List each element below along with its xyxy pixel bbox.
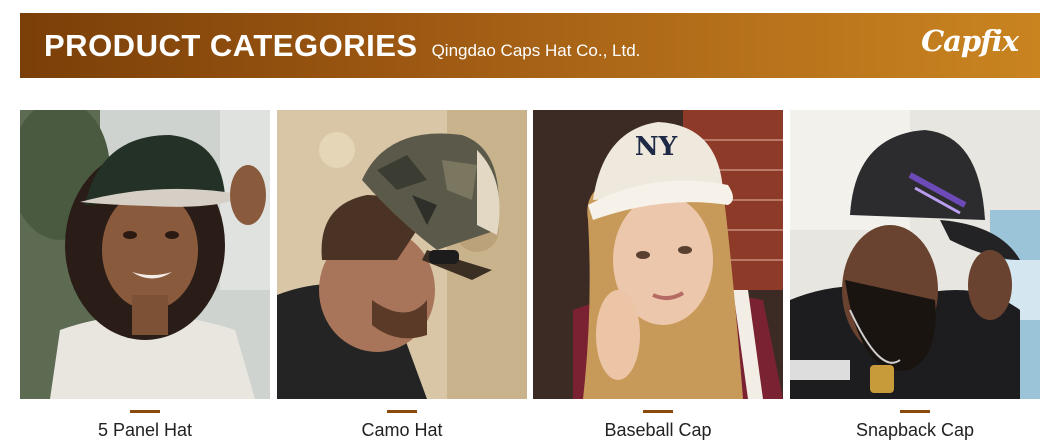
label-accent-dash [130,410,160,413]
category-label-camo-hat[interactable]: Camo Hat [277,420,527,441]
5-panel-hat-photo[interactable] [20,110,270,399]
brand-logo[interactable]: Capfix [921,24,1019,58]
baseball-cap-photo[interactable]: NY [533,110,783,399]
category-label-snapback-cap[interactable]: Snapback Cap [790,420,1040,441]
category-label-baseball-cap[interactable]: Baseball Cap [533,420,783,441]
snapback-cap-photo[interactable] [790,110,1040,399]
label-accent-dash [900,410,930,413]
category-banner: PRODUCT CATEGORIES Qingdao Caps Hat Co.,… [20,13,1040,78]
label-accent-dash [643,410,673,413]
label-accent-dash [387,410,417,413]
company-name: Qingdao Caps Hat Co., Ltd. [431,40,641,60]
category-label-5-panel-hat[interactable]: 5 Panel Hat [20,420,270,441]
camo-hat-photo[interactable] [277,110,527,399]
cap-logo-text: NY [635,132,678,162]
category-grid: 5 Panel Hat Camo Hat NY Baseball Cap Sna… [20,110,1040,447]
banner-title: PRODUCT CATEGORIES [44,27,418,63]
